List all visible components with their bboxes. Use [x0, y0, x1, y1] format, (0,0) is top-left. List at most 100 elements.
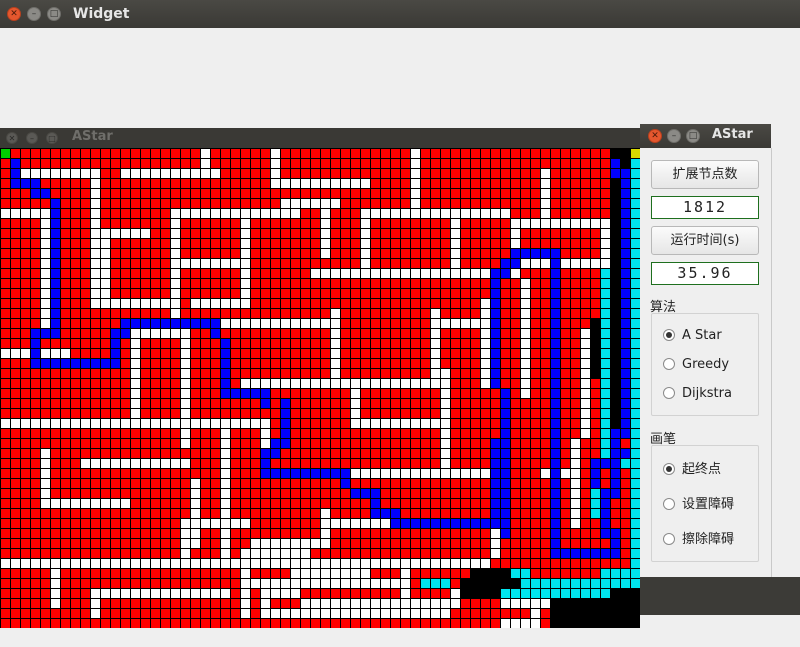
explored-cell[interactable]: [201, 349, 210, 358]
obstacle-cell[interactable]: [131, 419, 140, 428]
explored-cell[interactable]: [391, 359, 400, 368]
path-cell[interactable]: [501, 469, 510, 478]
explored-cell[interactable]: [141, 339, 150, 348]
explored-cell[interactable]: [1, 489, 10, 498]
explored-cell[interactable]: [581, 229, 590, 238]
explored-cell[interactable]: [31, 589, 40, 598]
obstacle-cell[interactable]: [21, 419, 30, 428]
explored-cell[interactable]: [71, 189, 80, 198]
explored-cell[interactable]: [381, 169, 390, 178]
explored-cell[interactable]: [31, 259, 40, 268]
explored-cell[interactable]: [501, 199, 510, 208]
path-cell[interactable]: [601, 529, 610, 538]
obstacle-cell[interactable]: [571, 449, 580, 458]
explored-cell[interactable]: [121, 269, 130, 278]
explored-cell[interactable]: [231, 509, 240, 518]
explored-cell[interactable]: [361, 309, 370, 318]
obstacle-cell[interactable]: [361, 269, 370, 278]
explored-cell[interactable]: [491, 249, 500, 258]
path-cell[interactable]: [81, 359, 90, 368]
obstacle-cell[interactable]: [381, 419, 390, 428]
explored-cell[interactable]: [221, 169, 230, 178]
obstacle-cell[interactable]: [431, 309, 440, 318]
explored-cell[interactable]: [461, 409, 470, 418]
explored-cell[interactable]: [191, 239, 200, 248]
obstacle-cell[interactable]: [561, 259, 570, 268]
unvisited-cell[interactable]: [591, 349, 600, 358]
explored-cell[interactable]: [131, 309, 140, 318]
obstacle-cell[interactable]: [291, 559, 300, 568]
obstacle-cell[interactable]: [41, 239, 50, 248]
explored-cell[interactable]: [441, 329, 450, 338]
obstacle-cell[interactable]: [361, 209, 370, 218]
obstacle-cell[interactable]: [131, 559, 140, 568]
obstacle-cell[interactable]: [411, 419, 420, 428]
explored-cell[interactable]: [291, 359, 300, 368]
explored-cell[interactable]: [471, 419, 480, 428]
explored-cell[interactable]: [381, 429, 390, 438]
explored-cell[interactable]: [111, 269, 120, 278]
explored-cell[interactable]: [291, 219, 300, 228]
explored-cell[interactable]: [491, 179, 500, 188]
explored-cell[interactable]: [101, 529, 110, 538]
explored-cell[interactable]: [421, 239, 430, 248]
explored-cell[interactable]: [111, 479, 120, 488]
explored-cell[interactable]: [11, 359, 20, 368]
explored-cell[interactable]: [1, 219, 10, 228]
explored-cell[interactable]: [431, 159, 440, 168]
obstacle-cell[interactable]: [191, 259, 200, 268]
open-cell[interactable]: [631, 419, 640, 428]
explored-cell[interactable]: [541, 619, 550, 628]
obstacle-cell[interactable]: [441, 559, 450, 568]
explored-cell[interactable]: [1, 229, 10, 238]
unvisited-cell[interactable]: [561, 609, 570, 618]
obstacle-cell[interactable]: [131, 349, 140, 358]
explored-cell[interactable]: [251, 149, 260, 158]
explored-cell[interactable]: [41, 609, 50, 618]
explored-cell[interactable]: [201, 499, 210, 508]
explored-cell[interactable]: [151, 359, 160, 368]
explored-cell[interactable]: [341, 239, 350, 248]
explored-cell[interactable]: [591, 169, 600, 178]
explored-cell[interactable]: [201, 359, 210, 368]
path-cell[interactable]: [551, 549, 560, 558]
obstacle-cell[interactable]: [291, 549, 300, 558]
explored-cell[interactable]: [31, 579, 40, 588]
explored-cell[interactable]: [451, 439, 460, 448]
explored-cell[interactable]: [101, 579, 110, 588]
unvisited-cell[interactable]: [551, 609, 560, 618]
explored-cell[interactable]: [21, 199, 30, 208]
obstacle-cell[interactable]: [111, 559, 120, 568]
explored-cell[interactable]: [31, 319, 40, 328]
unvisited-cell[interactable]: [591, 369, 600, 378]
path-cell[interactable]: [581, 549, 590, 558]
obstacle-cell[interactable]: [91, 259, 100, 268]
obstacle-cell[interactable]: [181, 359, 190, 368]
explored-cell[interactable]: [391, 159, 400, 168]
explored-cell[interactable]: [551, 179, 560, 188]
obstacle-cell[interactable]: [191, 509, 200, 518]
explored-cell[interactable]: [391, 399, 400, 408]
obstacle-cell[interactable]: [231, 559, 240, 568]
explored-cell[interactable]: [531, 209, 540, 218]
explored-cell[interactable]: [561, 479, 570, 488]
obstacle-cell[interactable]: [181, 459, 190, 468]
explored-cell[interactable]: [81, 179, 90, 188]
obstacle-cell[interactable]: [221, 459, 230, 468]
explored-cell[interactable]: [351, 459, 360, 468]
obstacle-cell[interactable]: [331, 359, 340, 368]
path-cell[interactable]: [611, 459, 620, 468]
explored-cell[interactable]: [131, 519, 140, 528]
explored-cell[interactable]: [181, 279, 190, 288]
explored-cell[interactable]: [131, 619, 140, 628]
explored-cell[interactable]: [531, 529, 540, 538]
explored-cell[interactable]: [471, 509, 480, 518]
explored-cell[interactable]: [131, 269, 140, 278]
explored-cell[interactable]: [441, 309, 450, 318]
obstacle-cell[interactable]: [181, 549, 190, 558]
explored-cell[interactable]: [111, 549, 120, 558]
explored-cell[interactable]: [361, 449, 370, 458]
explored-cell[interactable]: [211, 539, 220, 548]
explored-cell[interactable]: [201, 329, 210, 338]
explored-cell[interactable]: [181, 569, 190, 578]
